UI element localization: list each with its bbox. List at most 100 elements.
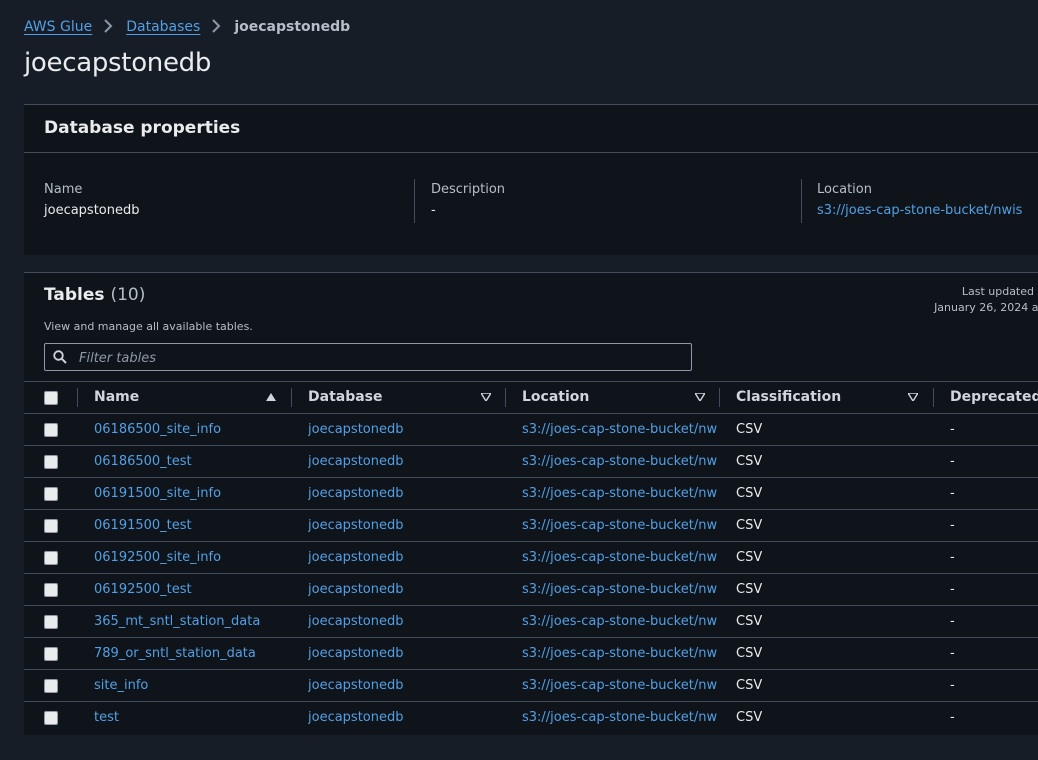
property-location-label: Location xyxy=(817,182,872,197)
divider xyxy=(414,179,415,223)
breadcrumb-link-databases[interactable]: Databases xyxy=(126,19,200,35)
table-location-link[interactable]: s3://joes-cap-stone-bucket/nw xyxy=(522,446,719,477)
column-divider xyxy=(719,388,720,407)
table-classification: CSV xyxy=(736,518,763,533)
table-name-link[interactable]: site_info xyxy=(94,670,284,701)
filter-tables-field[interactable] xyxy=(44,343,692,371)
row-checkbox[interactable] xyxy=(44,519,58,533)
tables-heading: Tables (10) xyxy=(44,285,145,305)
column-header-deprecated[interactable]: Deprecated xyxy=(950,382,1038,413)
tables-description: View and manage all available tables. xyxy=(44,320,253,333)
table-name-link[interactable]: test xyxy=(94,702,284,733)
table-location-link[interactable]: s3://joes-cap-stone-bucket/nw xyxy=(522,510,719,541)
table-name-link[interactable]: 06186500_site_info xyxy=(94,414,284,445)
search-icon xyxy=(53,350,67,364)
table-classification: CSV xyxy=(736,486,763,501)
column-divider xyxy=(291,388,292,407)
breadcrumb-link-aws-glue[interactable]: AWS Glue xyxy=(24,19,92,35)
table-deprecated: - xyxy=(950,646,955,661)
last-updated-value: January 26, 2024 at 22: xyxy=(934,301,1038,314)
column-header-location[interactable]: Location xyxy=(522,382,589,413)
table-name-link[interactable]: 06191500_test xyxy=(94,510,284,541)
table-row: 06186500_site_info joecapstonedb s3://joes… xyxy=(24,414,1038,446)
table-name-link[interactable]: 365_mt_sntl_station_data xyxy=(94,606,284,637)
property-name-label: Name xyxy=(44,182,83,197)
column-divider xyxy=(933,388,934,407)
table-row: 06191500_site_info joecapstonedb s3://joes… xyxy=(24,478,1038,510)
table-name-link[interactable]: 06192500_test xyxy=(94,574,284,605)
filter-tables-input[interactable] xyxy=(77,347,681,369)
table-classification: CSV xyxy=(736,422,763,437)
tables-count: (10) xyxy=(110,285,146,305)
row-checkbox[interactable] xyxy=(44,583,58,597)
tables-grid: Name Database Location Classification De… xyxy=(24,381,1038,733)
row-checkbox[interactable] xyxy=(44,455,58,469)
table-database-link[interactable]: joecapstonedb xyxy=(308,670,498,701)
table-location-link[interactable]: s3://joes-cap-stone-bucket/nw xyxy=(522,638,719,669)
table-deprecated: - xyxy=(950,550,955,565)
row-checkbox[interactable] xyxy=(44,423,58,437)
table-classification: CSV xyxy=(736,582,763,597)
table-location-link[interactable]: s3://joes-cap-stone-bucket/nw xyxy=(522,574,719,605)
last-updated: Last updated January 26, 2024 at 22: xyxy=(934,284,1038,316)
page-title: joecapstonedb xyxy=(24,48,212,78)
property-description-value: - xyxy=(431,203,436,218)
table-classification: CSV xyxy=(736,678,763,693)
table-database-link[interactable]: joecapstonedb xyxy=(308,542,498,573)
page: AWS Glue Databases joecapstonedb joecaps… xyxy=(0,0,1038,760)
table-location-link[interactable]: s3://joes-cap-stone-bucket/nw xyxy=(522,606,719,637)
table-database-link[interactable]: joecapstonedb xyxy=(308,478,498,509)
property-name-value: joecapstonedb xyxy=(44,203,140,218)
row-checkbox[interactable] xyxy=(44,679,58,693)
sort-ascending-icon[interactable] xyxy=(266,393,276,401)
column-header-database[interactable]: Database xyxy=(308,382,383,413)
table-classification: CSV xyxy=(736,454,763,469)
table-row: 06186500_test joecapstonedb s3://joes-cap-… xyxy=(24,446,1038,478)
table-database-link[interactable]: joecapstonedb xyxy=(308,446,498,477)
table-body: 06186500_site_info joecapstonedb s3://joes… xyxy=(24,414,1038,733)
table-database-link[interactable]: joecapstonedb xyxy=(308,574,498,605)
table-row: 789_or_sntl_station_data joecapstonedb s3:… xyxy=(24,638,1038,670)
sort-descending-icon[interactable] xyxy=(908,393,918,401)
row-checkbox[interactable] xyxy=(44,487,58,501)
table-database-link[interactable]: joecapstonedb xyxy=(308,414,498,445)
sort-descending-icon[interactable] xyxy=(481,393,491,401)
table-deprecated: - xyxy=(950,422,955,437)
column-header-name[interactable]: Name xyxy=(94,382,139,413)
property-location-link[interactable]: s3://joes-cap-stone-bucket/nwis xyxy=(817,203,1022,218)
column-divider xyxy=(77,388,78,407)
table-database-link[interactable]: joecapstonedb xyxy=(308,702,498,733)
chevron-right-icon xyxy=(92,17,126,37)
table-deprecated: - xyxy=(950,518,955,533)
table-location-link[interactable]: s3://joes-cap-stone-bucket/nw xyxy=(522,542,719,573)
tables-title: Tables xyxy=(44,285,105,305)
property-name: Name joecapstonedb xyxy=(44,182,140,227)
table-location-link[interactable]: s3://joes-cap-stone-bucket/nw xyxy=(522,478,719,509)
table-location-link[interactable]: s3://joes-cap-stone-bucket/nw xyxy=(522,414,719,445)
column-header-classification[interactable]: Classification xyxy=(736,382,841,413)
table-name-link[interactable]: 06192500_site_info xyxy=(94,542,284,573)
table-classification: CSV xyxy=(736,550,763,565)
select-all-checkbox[interactable] xyxy=(44,391,58,405)
table-deprecated: - xyxy=(950,710,955,725)
breadcrumb: AWS Glue Databases joecapstonedb xyxy=(24,17,350,37)
row-checkbox[interactable] xyxy=(44,615,58,629)
table-database-link[interactable]: joecapstonedb xyxy=(308,606,498,637)
table-deprecated: - xyxy=(950,454,955,469)
property-description-label: Description xyxy=(431,182,506,197)
table-location-link[interactable]: s3://joes-cap-stone-bucket/nw xyxy=(522,670,719,701)
chevron-right-icon xyxy=(200,17,234,37)
table-row: 365_mt_sntl_station_data joecapstonedb s3:… xyxy=(24,606,1038,638)
row-checkbox[interactable] xyxy=(44,711,58,725)
last-updated-label: Last updated xyxy=(961,285,1034,298)
table-location-link[interactable]: s3://joes-cap-stone-bucket/nw xyxy=(522,702,719,733)
row-checkbox[interactable] xyxy=(44,551,58,565)
column-divider xyxy=(505,388,506,407)
table-name-link[interactable]: 06191500_site_info xyxy=(94,478,284,509)
row-checkbox[interactable] xyxy=(44,647,58,661)
table-database-link[interactable]: joecapstonedb xyxy=(308,638,498,669)
sort-descending-icon[interactable] xyxy=(695,393,705,401)
table-name-link[interactable]: 789_or_sntl_station_data xyxy=(94,638,284,669)
table-name-link[interactable]: 06186500_test xyxy=(94,446,284,477)
table-database-link[interactable]: joecapstonedb xyxy=(308,510,498,541)
